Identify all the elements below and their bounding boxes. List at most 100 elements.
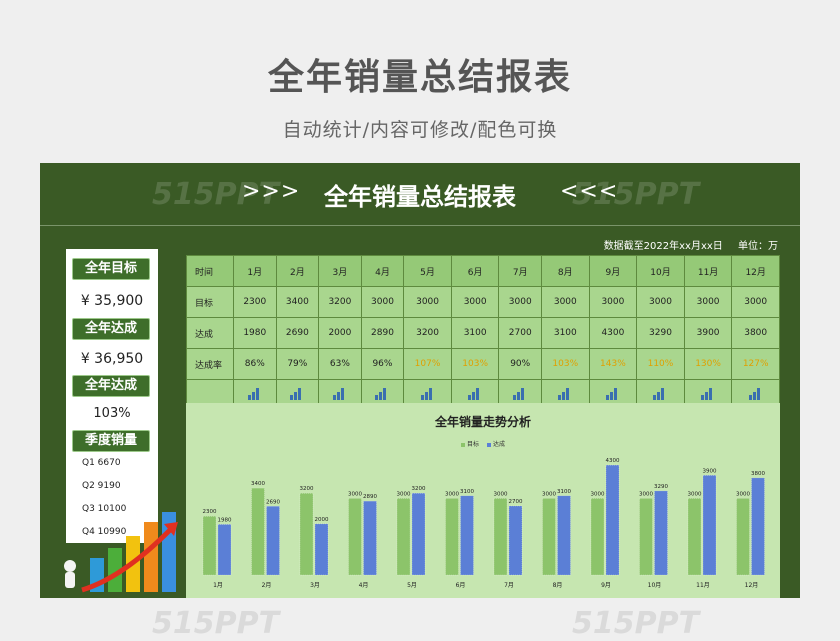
data-label: 3000 <box>736 491 750 497</box>
target-bar <box>202 516 217 576</box>
achieved-bar <box>605 464 620 576</box>
x-tick-label: 12月 <box>745 582 759 589</box>
target-bar <box>736 498 750 576</box>
row-header: 目标 <box>186 286 234 318</box>
table-cell: 2300 <box>233 286 277 318</box>
as-of-date: 数据截至2022年xx月xx日 <box>603 241 723 252</box>
table-row: 达成率 86% 79% 63% 96% 107% 103% 90% 103% 1… <box>186 348 780 380</box>
quarter-label: 季度销量 <box>72 430 150 452</box>
table-row: 目标 2300 3400 3200 3000 3000 3000 3000 30… <box>186 286 780 318</box>
page-title: 全年销量总结报表 <box>267 57 572 98</box>
month-header: 6月 <box>450 255 500 287</box>
rate-cell: 103% <box>450 348 500 380</box>
table-cell: 3200 <box>403 317 452 349</box>
data-label: 3200 <box>300 486 314 492</box>
data-label: 3000 <box>348 491 362 497</box>
table-cell: 3200 <box>318 286 362 318</box>
table-cell: 3000 <box>683 286 733 318</box>
achieved-bar <box>702 475 717 576</box>
table-cell: 4300 <box>588 317 638 349</box>
target-bar <box>396 498 411 576</box>
rate-cell: 86% <box>233 348 277 380</box>
achieved-bar <box>314 523 329 576</box>
table-cell: 2890 <box>360 317 405 349</box>
data-label: 1980 <box>218 517 232 523</box>
data-label: 2690 <box>266 499 280 505</box>
rate-label: 全年达成 <box>72 375 150 397</box>
target-bar <box>590 498 605 576</box>
achieved-bar <box>217 524 232 576</box>
achieved-bar <box>751 477 765 576</box>
unit-label: 单位：万 <box>738 241 778 252</box>
table-cell: 3400 <box>275 286 320 318</box>
target-bar <box>493 498 508 576</box>
footer-watermark: 515PPT <box>152 606 280 641</box>
table-cell: 3000 <box>403 286 452 318</box>
rate-cell: 107% <box>403 348 452 380</box>
table-cell: 3290 <box>636 317 685 349</box>
table-cell: 3800 <box>731 317 780 349</box>
target-label: 全年目标 <box>72 258 150 280</box>
quarter-item: Q1 6670 <box>82 458 121 468</box>
month-header: 11月 <box>683 255 733 287</box>
table-cell: 3000 <box>360 286 405 318</box>
month-header: 1月 <box>233 255 277 287</box>
target-bar <box>542 498 556 576</box>
row-header: 时间 <box>186 255 234 287</box>
target-bar <box>687 498 702 576</box>
rate-cell: 130% <box>683 348 733 380</box>
achieved-bar <box>557 495 571 576</box>
table-cell: 3000 <box>450 286 500 318</box>
data-label: 3800 <box>751 471 765 477</box>
achieved-value: ¥ 36,950 <box>80 351 144 367</box>
data-label: 3100 <box>557 489 571 495</box>
data-label: 3000 <box>397 491 411 497</box>
month-header: 5月 <box>403 255 452 287</box>
x-tick-label: 2月 <box>262 582 272 589</box>
table-row: 时间 1月 2月 3月 4月 5月 6月 7月 8月 9月 10月 11月 12… <box>186 255 780 287</box>
table-row: 达成 1980 2690 2000 2890 3200 3100 2700 31… <box>186 317 780 349</box>
monthly-table: 时间 1月 2月 3月 4月 5月 6月 7月 8月 9月 10月 11月 12… <box>186 255 780 411</box>
table-cell: 3100 <box>450 317 500 349</box>
data-label: 3000 <box>542 491 556 497</box>
target-value: ¥ 35,900 <box>80 293 144 309</box>
data-label: 3000 <box>688 491 702 497</box>
month-header: 2月 <box>275 255 320 287</box>
rate-cell: 90% <box>498 348 542 380</box>
rate-cell: 127% <box>731 348 780 380</box>
report-title: 全年销量总结报表 <box>324 183 516 211</box>
month-header: 9月 <box>588 255 638 287</box>
achieved-bar <box>654 490 668 576</box>
table-cell: 2690 <box>275 317 320 349</box>
x-tick-label: 9月 <box>601 582 611 589</box>
month-header: 4月 <box>360 255 405 287</box>
achieved-bar <box>363 500 377 576</box>
target-bar <box>251 487 265 576</box>
sales-trend-chart: 全年销量走势分析 目标 达成 2300 1980 1月 3400 2690 2月 3200 2… <box>186 403 780 598</box>
data-label: 2300 <box>203 509 217 515</box>
data-label: 3290 <box>654 484 668 490</box>
month-header: 12月 <box>731 255 780 287</box>
table-cell: 2000 <box>318 317 362 349</box>
chart-plot: 230019801月340026902月320020003月3000 28904月… <box>202 458 766 589</box>
table-cell: 1980 <box>233 317 277 349</box>
report-panel: 515PPT 515PPT >>> 全年销量总结报表 <<< 数据截至2022年… <box>40 163 800 598</box>
data-label: 2000 <box>315 517 329 523</box>
data-label: 2890 <box>363 494 377 500</box>
table-cell: 3000 <box>636 286 685 318</box>
chevron-left-icon: <<< <box>560 179 619 204</box>
data-label: 3200 <box>412 486 426 492</box>
x-tick-label: 1月 <box>213 582 223 589</box>
rate-cell: 103% <box>541 348 590 380</box>
target-bar <box>348 498 362 576</box>
achieved-bar <box>460 495 474 576</box>
table-cell: 3000 <box>588 286 638 318</box>
data-label: 3000 <box>591 491 605 497</box>
month-header: 7月 <box>498 255 542 287</box>
target-bar <box>299 493 314 576</box>
target-bar <box>639 498 653 576</box>
data-label: 3000 <box>639 491 653 497</box>
data-label: 3400 <box>251 481 265 487</box>
rate-cell: 96% <box>360 348 405 380</box>
x-tick-label: 7月 <box>504 582 514 589</box>
